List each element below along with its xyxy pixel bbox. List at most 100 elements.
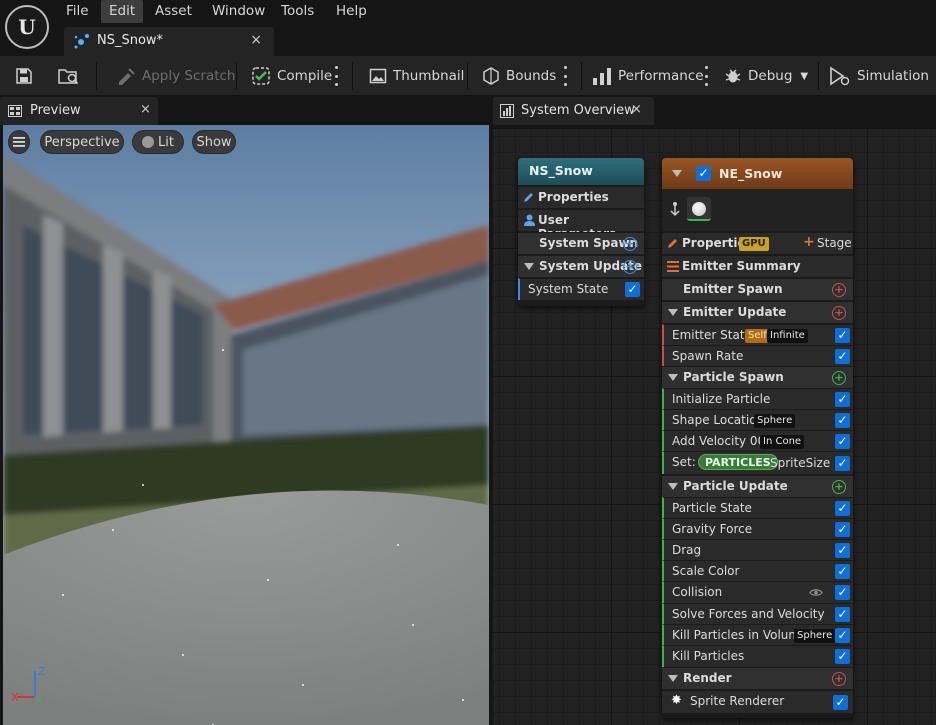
graph-top-border <box>493 125 936 129</box>
unreal-logo-icon[interactable]: U <box>5 5 49 49</box>
close-icon[interactable]: × <box>140 102 151 117</box>
system-properties-row[interactable]: Properties <box>518 186 644 208</box>
particle-update-row[interactable]: Particle Update + <box>662 475 853 497</box>
shape-location-row[interactable]: Shape Location Sphere ✓ <box>662 409 853 431</box>
system-node-header[interactable]: NS_Snow <box>518 158 644 185</box>
emitter-spawn-row[interactable]: Emitter Spawn + <box>662 278 853 300</box>
emitter-properties-icon[interactable] <box>670 201 680 217</box>
particle-state-row[interactable]: Particle State ✓ <box>662 497 853 519</box>
menu-asset[interactable]: Asset <box>147 0 200 23</box>
enable-checkbox[interactable]: ✓ <box>835 392 850 407</box>
close-icon[interactable]: × <box>631 102 642 117</box>
compile-button[interactable]: Compile <box>251 56 332 96</box>
add-stage-button[interactable]: Stage <box>817 236 852 250</box>
enable-checkbox[interactable]: ✓ <box>835 649 850 664</box>
particle-spawn-row[interactable]: Particle Spawn + <box>662 366 853 388</box>
system-state-row[interactable]: System State ✓ <box>518 278 644 300</box>
emitter-update-row[interactable]: Emitter Update + <box>662 301 853 323</box>
enable-checkbox[interactable]: ✓ <box>835 413 850 428</box>
performance-button[interactable]: Performance <box>592 56 704 96</box>
eye-icon[interactable] <box>809 588 823 597</box>
menu-window[interactable]: Window <box>204 0 273 23</box>
add-module-icon[interactable]: + <box>832 371 846 385</box>
enable-checkbox[interactable]: ✓ <box>835 607 850 622</box>
enable-checkbox[interactable]: ✓ <box>833 695 848 710</box>
drag-row[interactable]: Drag ✓ <box>662 539 853 561</box>
enable-checkbox[interactable]: ✓ <box>835 328 850 343</box>
sprite-renderer-row[interactable]: ✸ Sprite Renderer ✓ <box>662 690 853 713</box>
gravity-force-row[interactable]: Gravity Force ✓ <box>662 518 853 540</box>
tab-system-overview[interactable]: System Overview × <box>493 97 654 125</box>
emitter-summary-row[interactable]: Emitter Summary <box>662 255 853 277</box>
set-sprite-size-row[interactable]: Set: PARTICLES SpriteSize ✓ <box>662 451 853 474</box>
emitter-enable-checkbox[interactable]: ✓ <box>696 166 711 181</box>
sprite-size-label: SpriteSize <box>770 456 831 470</box>
close-icon[interactable]: × <box>250 32 262 48</box>
save-icon[interactable] <box>15 67 33 85</box>
enable-checkbox[interactable]: ✓ <box>835 522 850 537</box>
viewport-menu-button[interactable] <box>8 130 30 154</box>
add-velocity-row[interactable]: Add Velocity 001 In Cone ✓ <box>662 430 853 452</box>
collapse-arrow-icon[interactable] <box>668 483 678 490</box>
simulation-button[interactable]: Simulation ▼ <box>829 56 936 96</box>
bounds-button[interactable]: Bounds <box>482 56 556 96</box>
lit-button[interactable]: Lit <box>132 130 184 154</box>
add-module-icon[interactable]: + <box>832 306 846 320</box>
emitter-properties-row[interactable]: Properties GPU + Stage <box>662 232 853 254</box>
performance-options-icon[interactable] <box>704 66 708 86</box>
add-module-icon[interactable]: + <box>623 237 637 251</box>
initialize-particle-row[interactable]: Initialize Particle ✓ <box>662 388 853 410</box>
menu-tools[interactable]: Tools <box>273 0 322 23</box>
compile-options-icon[interactable] <box>334 66 338 86</box>
preview-viewport[interactable]: Perspective Lit Show X Z <box>3 125 489 725</box>
add-stage-icon[interactable]: + <box>803 234 815 250</box>
show-button[interactable]: Show <box>192 130 236 154</box>
emitter-node[interactable]: ✓ NE_Snow Properties GPU + Stage Emitter… <box>662 158 853 718</box>
add-module-icon[interactable]: + <box>623 260 637 274</box>
enable-checkbox[interactable]: ✓ <box>835 434 850 449</box>
kill-particles-row[interactable]: Kill Particles ✓ <box>662 645 853 667</box>
menu-file[interactable]: File <box>58 0 97 23</box>
emitter-thumbnail[interactable] <box>687 197 711 221</box>
enable-checkbox[interactable]: ✓ <box>835 628 850 643</box>
menu-edit[interactable]: Edit <box>101 0 144 23</box>
enable-checkbox[interactable]: ✓ <box>835 564 850 579</box>
collapse-arrow-icon[interactable] <box>672 170 682 177</box>
tab-preview-label: Preview <box>30 103 81 118</box>
perspective-button[interactable]: Perspective <box>40 130 124 154</box>
system-spawn-row[interactable]: System Spawn + <box>518 232 644 254</box>
emitter-node-header[interactable]: ✓ NE_Snow <box>662 158 853 189</box>
kill-particles-volume-row[interactable]: Kill Particles in Volume Sphere ✓ <box>662 624 853 646</box>
browse-asset-icon[interactable] <box>58 66 80 86</box>
emitter-state-row[interactable]: Emitter State Self Infinite ✓ <box>662 324 853 346</box>
bounds-options-icon[interactable] <box>563 66 567 86</box>
collapse-arrow-icon[interactable] <box>668 675 678 682</box>
document-tab[interactable]: NS_Snow* × <box>64 27 274 56</box>
add-module-icon[interactable]: + <box>832 283 846 297</box>
enable-checkbox[interactable]: ✓ <box>835 501 850 516</box>
collapse-arrow-icon[interactable] <box>524 263 534 270</box>
add-module-icon[interactable]: + <box>832 672 846 686</box>
spawn-rate-row[interactable]: Spawn Rate ✓ <box>662 345 853 367</box>
apply-scratch-button[interactable]: Apply Scratch <box>116 56 236 96</box>
enable-checkbox[interactable]: ✓ <box>835 349 850 364</box>
collapse-arrow-icon[interactable] <box>668 374 678 381</box>
enable-checkbox[interactable]: ✓ <box>625 282 640 297</box>
tab-preview[interactable]: Preview × <box>0 97 158 125</box>
debug-button[interactable]: Debug ▼ <box>724 56 808 96</box>
system-update-row[interactable]: System Update + <box>518 255 644 277</box>
render-row[interactable]: Render + <box>662 667 853 689</box>
system-node[interactable]: NS_Snow Properties User Parameters Syste… <box>518 158 644 306</box>
enable-checkbox[interactable]: ✓ <box>835 543 850 558</box>
system-node-title: NS_Snow <box>529 163 593 178</box>
solve-forces-row[interactable]: Solve Forces and Velocity ✓ <box>662 603 853 625</box>
collision-row[interactable]: Collision ✓ <box>662 581 853 603</box>
thumbnail-button[interactable]: Thumbnail <box>369 56 464 96</box>
enable-checkbox[interactable]: ✓ <box>835 456 850 471</box>
scale-color-row[interactable]: Scale Color ✓ <box>662 560 853 582</box>
collapse-arrow-icon[interactable] <box>668 309 678 316</box>
menu-help[interactable]: Help <box>328 0 375 23</box>
enable-checkbox[interactable]: ✓ <box>835 585 850 600</box>
add-module-icon[interactable]: + <box>832 480 846 494</box>
user-parameters-row[interactable]: User Parameters <box>518 209 644 241</box>
